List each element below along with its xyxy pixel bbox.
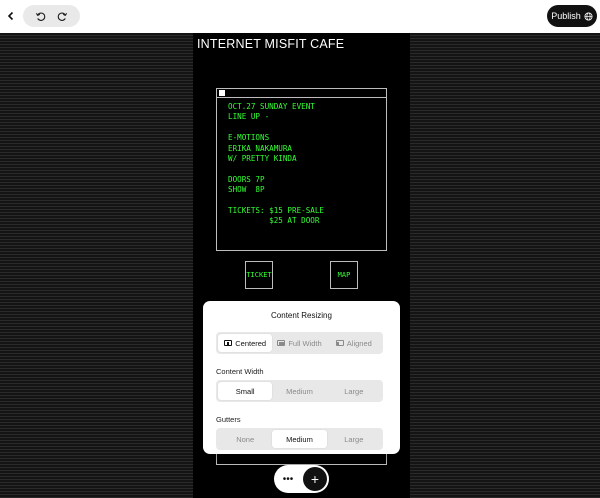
gutters-medium[interactable]: Medium	[272, 430, 327, 448]
option-centered[interactable]: Centered	[218, 334, 273, 352]
publish-button[interactable]: Publish	[547, 5, 597, 27]
more-options-button[interactable]: •••	[278, 469, 298, 489]
redo-icon	[58, 12, 68, 21]
gutters-control: None Medium Large	[216, 428, 383, 450]
centered-layout-icon	[224, 340, 233, 346]
content-width-label: Content Width	[216, 367, 264, 376]
undo-button[interactable]	[31, 7, 49, 25]
add-block-button[interactable]: +	[303, 467, 327, 491]
publish-label: Publish	[551, 11, 581, 21]
width-large[interactable]: Large	[327, 382, 381, 400]
option-label: Aligned	[346, 338, 372, 348]
aligned-layout-icon	[335, 340, 344, 346]
back-button[interactable]	[3, 8, 19, 24]
gutters-large[interactable]: Large	[327, 430, 381, 448]
ticket-button[interactable]: TICKET	[245, 261, 273, 289]
event-window[interactable]: OCT.27 SUNDAY EVENT LINE UP - E-MOTIONS …	[216, 88, 387, 251]
event-details-text: OCT.27 SUNDAY EVENT LINE UP - E-MOTIONS …	[228, 102, 325, 226]
floating-actions: ••• +	[274, 465, 329, 493]
gutters-none[interactable]: None	[218, 430, 272, 448]
panel-title: Content Resizing	[271, 311, 332, 320]
width-medium[interactable]: Medium	[272, 382, 326, 400]
option-aligned[interactable]: Aligned	[327, 334, 381, 352]
resizing-segmented-control: Centered Full Width Aligned	[216, 332, 383, 354]
full-width-layout-icon	[277, 340, 286, 346]
content-width-control: Small Medium Large	[216, 380, 383, 402]
gutters-label: Gutters	[216, 415, 241, 424]
content-resizing-panel: Content Resizing Centered Full Width Ali…	[203, 301, 400, 454]
chevron-left-icon	[7, 11, 14, 21]
undo-icon	[35, 12, 45, 21]
option-label: Full Width	[288, 338, 322, 348]
redo-button[interactable]	[54, 7, 72, 25]
window-divider	[217, 97, 386, 98]
option-label: Centered	[235, 338, 267, 348]
width-small[interactable]: Small	[218, 382, 273, 400]
history-controls	[23, 5, 80, 27]
site-title[interactable]: INTERNET MISFIT CAFE	[197, 37, 344, 51]
window-square-icon	[219, 90, 225, 96]
globe-icon	[584, 11, 593, 21]
map-button[interactable]: MAP	[330, 261, 358, 289]
option-full-width[interactable]: Full Width	[272, 334, 326, 352]
editor-toolbar: Publish	[0, 0, 600, 33]
